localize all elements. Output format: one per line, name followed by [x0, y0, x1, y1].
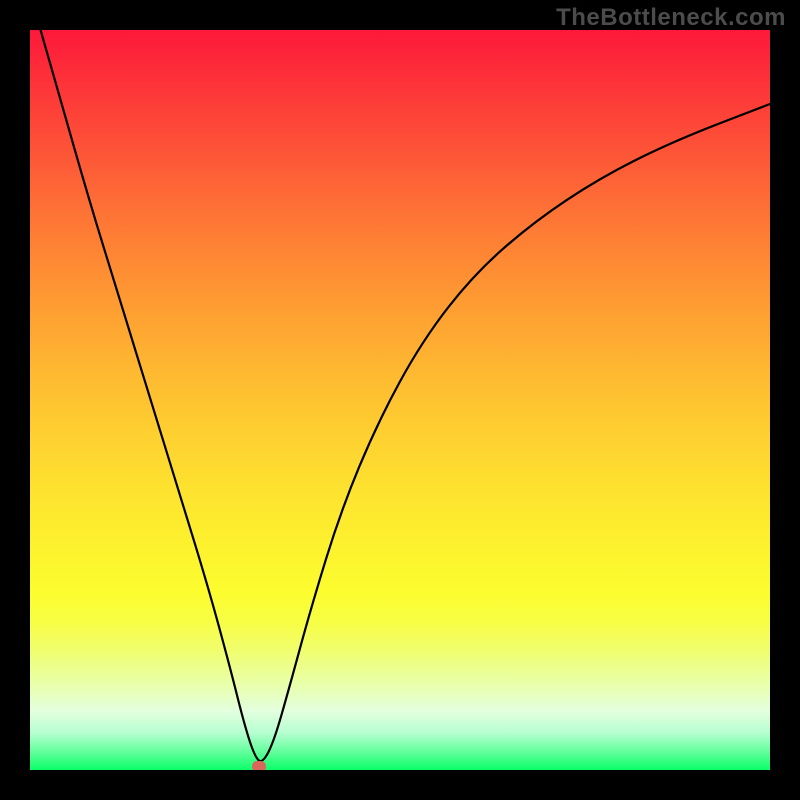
watermark-text: TheBottleneck.com: [556, 4, 786, 32]
plot-area: [30, 30, 770, 770]
chart-frame: TheBottleneck.com: [0, 0, 800, 800]
minimum-marker: [252, 761, 266, 770]
bottleneck-curve: [30, 30, 770, 770]
